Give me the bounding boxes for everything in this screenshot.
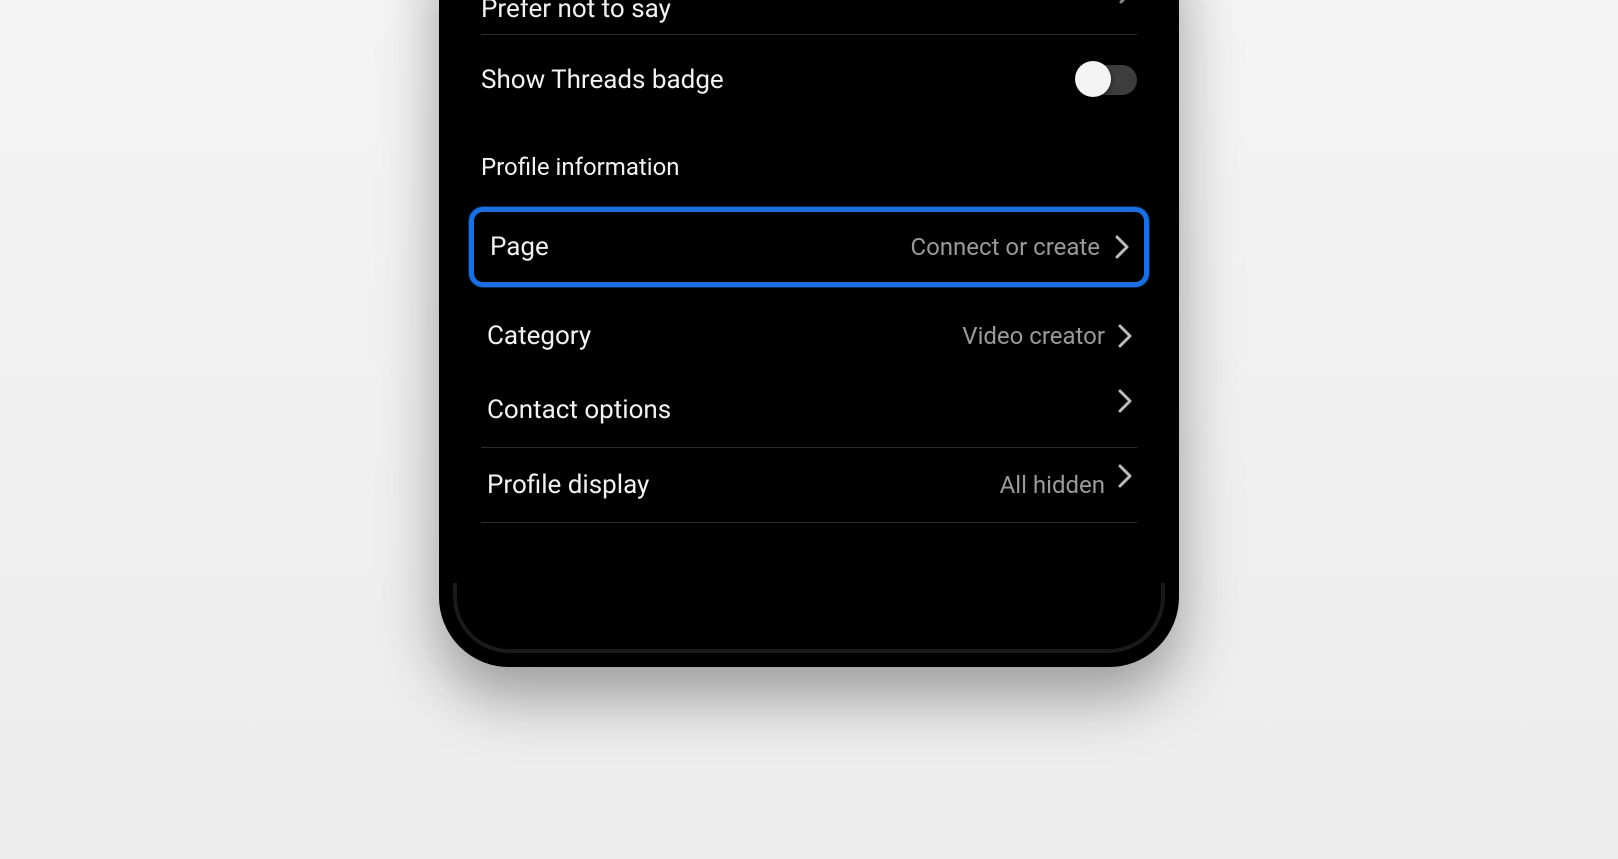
category-row-value: Video creator xyxy=(962,322,1105,350)
chevron-right-icon xyxy=(1114,234,1130,260)
chevron-right-icon xyxy=(1117,388,1133,414)
settings-screen: Gender Prefer not to say Show Threads ba… xyxy=(453,0,1165,583)
threads-badge-row: Show Threads badge xyxy=(481,35,1137,129)
profile-display-label: Profile display xyxy=(487,470,649,500)
category-row[interactable]: Category Video creator xyxy=(481,299,1137,373)
threads-badge-label: Show Threads badge xyxy=(481,65,724,95)
threads-badge-toggle[interactable] xyxy=(1077,65,1137,95)
toggle-knob xyxy=(1075,61,1111,97)
page-row[interactable]: Page Connect or create xyxy=(469,207,1149,287)
contact-options-label: Contact options xyxy=(487,395,671,425)
profile-display-value: All hidden xyxy=(1000,471,1105,499)
profile-information-header: Profile information xyxy=(481,129,1137,199)
chevron-right-icon xyxy=(1117,323,1133,349)
category-row-label: Category xyxy=(487,321,591,351)
page-row-value: Connect or create xyxy=(910,233,1100,261)
gender-field[interactable]: Gender Prefer not to say xyxy=(481,0,1137,35)
gender-value: Prefer not to say xyxy=(481,0,671,24)
phone-frame: Gender Prefer not to say Show Threads ba… xyxy=(439,0,1179,667)
profile-display-row[interactable]: Profile display All hidden xyxy=(481,448,1137,523)
contact-options-row[interactable]: Contact options xyxy=(481,373,1137,448)
chevron-right-icon xyxy=(1117,0,1135,6)
page-row-label: Page xyxy=(490,232,549,262)
chevron-right-icon xyxy=(1117,463,1133,489)
